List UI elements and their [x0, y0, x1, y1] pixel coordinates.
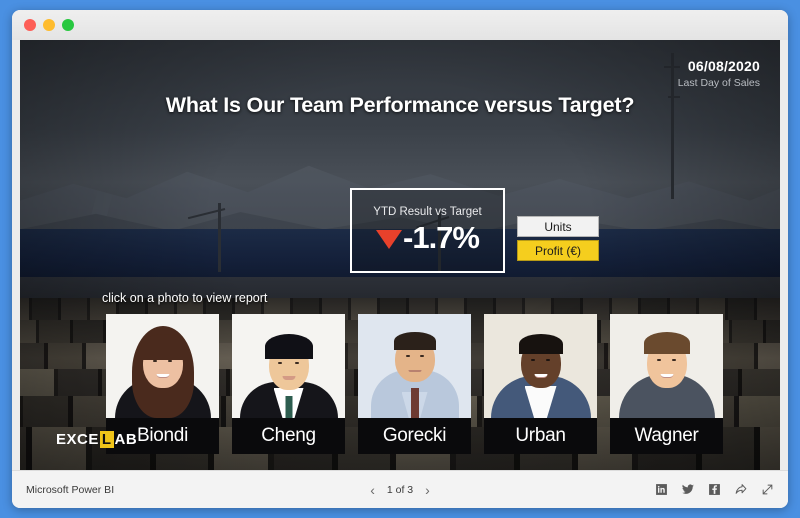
page-navigation: ‹ 1 of 3 ›: [12, 482, 788, 498]
person-card-cheng[interactable]: Cheng: [232, 314, 345, 454]
person-name: Biondi: [136, 425, 189, 446]
person-name-band: Cheng: [232, 418, 345, 454]
logo-part-2: AB: [114, 431, 138, 448]
person-name: Wagner: [634, 425, 699, 446]
logo-part-1: EXCE: [56, 431, 99, 448]
kpi-card: YTD Result vs Target -1.7%: [350, 188, 505, 273]
person-name: Urban: [515, 425, 566, 446]
kpi-value: -1.7%: [403, 219, 480, 255]
page-indicator: 1 of 3: [386, 483, 414, 496]
excel-lab-logo: EXCE L AB: [56, 431, 137, 448]
date-block: 06/08/2020 Last Day of Sales: [678, 58, 760, 89]
person-name-band: Wagner: [610, 418, 723, 454]
report-date: 06/08/2020: [687, 58, 760, 74]
avatar[interactable]: [610, 314, 723, 418]
kpi-label: YTD Result vs Target: [373, 205, 482, 218]
person-name: Cheng: [261, 425, 316, 446]
avatar[interactable]: [484, 314, 597, 418]
measure-option-units[interactable]: Units: [517, 216, 599, 237]
trend-down-icon: [376, 229, 402, 249]
person-card-gorecki[interactable]: Gorecki: [358, 314, 471, 454]
maximize-button[interactable]: [62, 19, 74, 31]
people-strip: Biondi Cheng Gorecki Urban Wagner: [106, 314, 723, 454]
avatar[interactable]: [232, 314, 345, 418]
close-button[interactable]: [24, 19, 36, 31]
measure-option-profit[interactable]: Profit (€): [517, 240, 599, 261]
window-titlebar: [12, 10, 788, 40]
powerbi-footer: Microsoft Power BI ‹ 1 of 3 ›: [12, 470, 788, 508]
person-card-urban[interactable]: Urban: [484, 314, 597, 454]
measure-toggle[interactable]: Units Profit (€): [517, 216, 599, 261]
prev-page-button[interactable]: ‹: [370, 482, 375, 498]
hint-text: click on a photo to view report: [102, 291, 268, 305]
person-name: Gorecki: [382, 425, 447, 446]
person-name-band: Gorecki: [358, 418, 471, 454]
logo-highlight: L: [99, 431, 114, 448]
report-viewport: 06/08/2020 Last Day of Sales What Is Our…: [20, 40, 780, 470]
next-page-button[interactable]: ›: [425, 482, 430, 498]
report-date-caption: Last Day of Sales: [677, 77, 760, 89]
report-canvas: 06/08/2020 Last Day of Sales What Is Our…: [20, 40, 780, 470]
avatar[interactable]: [106, 314, 219, 418]
kpi-value-row: -1.7%: [376, 219, 480, 256]
person-card-wagner[interactable]: Wagner: [610, 314, 723, 454]
avatar[interactable]: [358, 314, 471, 418]
browser-window: 06/08/2020 Last Day of Sales What Is Our…: [12, 10, 788, 508]
person-name-band: Urban: [484, 418, 597, 454]
minimize-button[interactable]: [43, 19, 55, 31]
page-title: What Is Our Team Performance versus Targ…: [165, 93, 635, 117]
